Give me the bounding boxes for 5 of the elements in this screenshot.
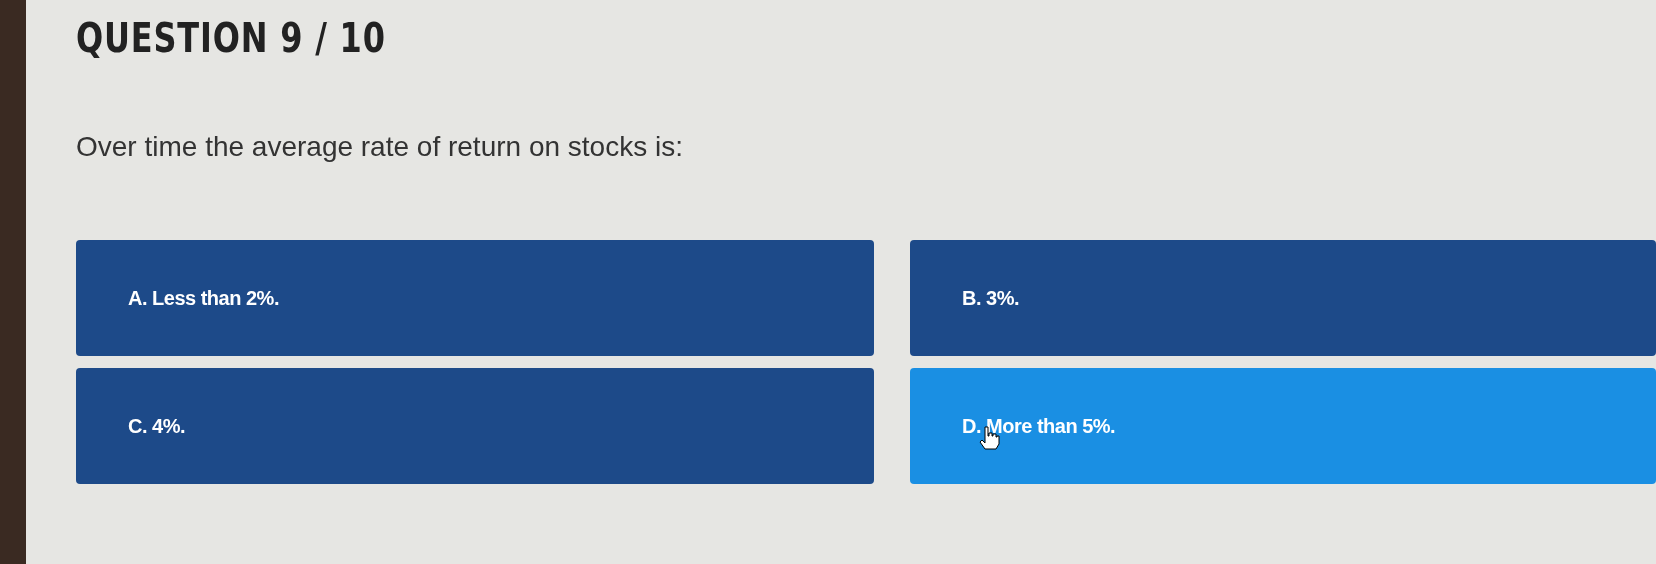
question-text: Over time the average rate of return on stocks is: bbox=[76, 130, 684, 164]
question-counter: QUESTION 9 / 10 bbox=[76, 14, 386, 62]
answer-button[interactable]: B. 3%. bbox=[910, 240, 1656, 356]
answer-button[interactable]: A. Less than 2%. bbox=[76, 240, 874, 356]
answer-button[interactable]: C. 4%. bbox=[76, 368, 874, 484]
